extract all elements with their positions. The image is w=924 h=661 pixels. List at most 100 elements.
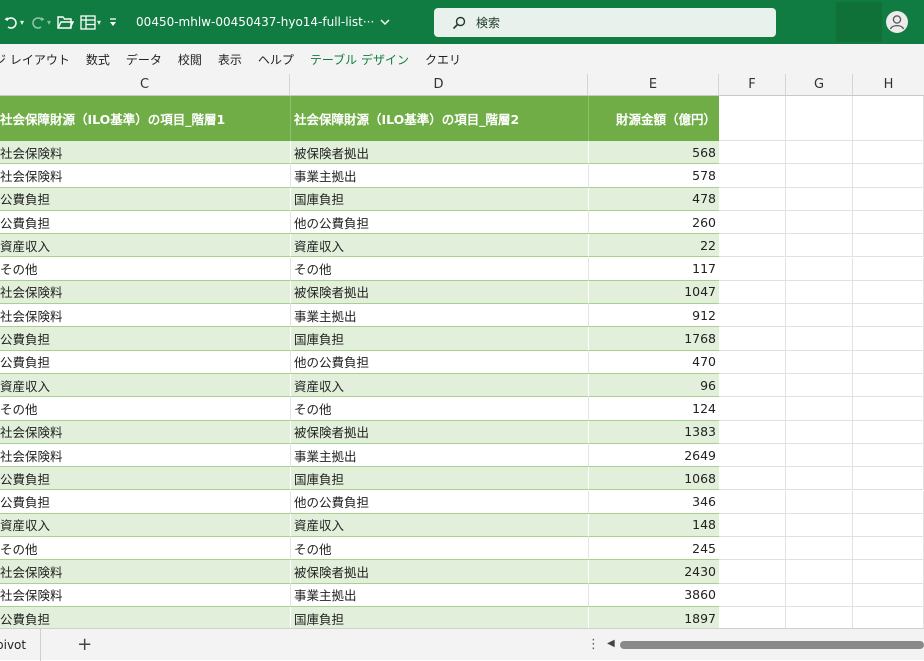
table-cell-e[interactable]: 1897 [588,607,719,628]
tab-page-layout[interactable]: ジ レイアウト [0,44,78,74]
grid-cell[interactable] [719,560,786,584]
table-cell-c[interactable]: 公費負担 [0,607,290,628]
grid-cell[interactable] [786,420,853,444]
grid-cell[interactable] [719,96,786,141]
table-cell-d[interactable]: 他の公費負担 [290,350,588,374]
table-cell-c[interactable]: 社会保険料 [0,304,290,328]
grid-cell[interactable] [786,537,853,561]
table-cell-c[interactable]: その他 [0,537,290,561]
table-cell-d[interactable]: 事業主拠出 [290,304,588,328]
table-cell-e[interactable]: 124 [588,397,719,421]
table-cell-c[interactable]: 社会保険料 [0,164,290,188]
grid-cell[interactable] [719,443,786,468]
table-cell-d[interactable]: 事業主拠出 [290,443,588,468]
grid-cell[interactable] [719,257,786,281]
grid-cell[interactable] [853,490,924,514]
table-cell-c[interactable]: 社会保険料 [0,420,290,444]
column-header-h[interactable]: H [853,74,924,96]
grid-cell[interactable] [853,467,924,491]
more-options-icon[interactable]: ⋮ [587,637,600,652]
grid-cell[interactable] [719,490,786,514]
tab-table-design[interactable]: テーブル デザイン [302,44,417,74]
scroll-left-icon[interactable]: ◀ [607,638,615,649]
grid-cell[interactable] [786,374,853,398]
grid-cell[interactable] [719,350,786,374]
table-cell-e[interactable]: 912 [588,304,719,328]
table-cell-d[interactable]: 資産収入 [290,513,588,538]
table-cell-e[interactable]: 578 [588,164,719,188]
table-layout-button[interactable]: ▾ [77,8,104,36]
grid-cell[interactable] [719,583,786,607]
grid-cell[interactable] [786,560,853,584]
table-cell-e[interactable]: 478 [588,187,719,211]
grid-cell[interactable] [719,304,786,328]
table-cell-c[interactable]: 社会保険料 [0,280,290,305]
table-cell-d[interactable]: 資産収入 [290,374,588,398]
column-header-c[interactable]: C [0,74,290,96]
table-cell-c[interactable]: 公費負担 [0,350,290,374]
column-header-g[interactable]: G [786,74,853,96]
table-cell-d[interactable]: その他 [290,257,588,281]
table-cell-d[interactable]: 他の公費負担 [290,490,588,514]
grid-cell[interactable] [719,513,786,538]
tab-query[interactable]: クエリ [417,44,469,74]
tab-view[interactable]: 表示 [210,44,250,74]
avatar[interactable] [886,11,908,33]
grid-cell[interactable] [853,560,924,584]
grid-cell[interactable] [719,187,786,211]
table-cell-e[interactable]: 2649 [588,443,719,468]
table-header-cell[interactable]: 社会保障財源（ILO基準）の項目_階層2 [290,96,588,141]
table-cell-c[interactable]: その他 [0,257,290,281]
table-cell-e[interactable]: 568 [588,141,719,165]
grid-cell[interactable] [853,257,924,281]
table-cell-d[interactable]: 国庫負担 [290,467,588,491]
table-header-cell[interactable]: 社会保障財源（ILO基準）の項目_階層1 [0,96,290,141]
table-cell-c[interactable]: 資産収入 [0,374,290,398]
table-header-cell[interactable]: 財源金額（億円） [588,96,719,141]
grid-cell[interactable] [853,210,924,235]
grid-cell[interactable] [853,607,924,628]
open-button[interactable] [54,8,77,36]
table-cell-c[interactable]: 公費負担 [0,467,290,491]
grid-cell[interactable] [853,420,924,444]
table-cell-d[interactable]: その他 [290,397,588,421]
table-cell-d[interactable]: 資産収入 [290,234,588,258]
redo-button[interactable]: ▾ [27,8,54,36]
grid-cell[interactable] [786,164,853,188]
grid-cell[interactable] [786,607,853,628]
table-cell-d[interactable]: 被保険者拠出 [290,560,588,584]
grid-cell[interactable] [719,280,786,305]
grid-cell[interactable] [719,164,786,188]
grid-cell[interactable] [853,96,924,141]
table-cell-c[interactable]: 公費負担 [0,187,290,211]
table-cell-e[interactable]: 2430 [588,560,719,584]
grid-cell[interactable] [853,141,924,165]
grid-cell[interactable] [719,210,786,235]
table-cell-e[interactable]: 260 [588,210,719,235]
table-cell-c[interactable]: その他 [0,397,290,421]
sheet-tab-pivot[interactable]: pivot [0,628,42,661]
grid-cell[interactable] [719,537,786,561]
table-cell-e[interactable]: 470 [588,350,719,374]
grid-cell[interactable] [786,490,853,514]
table-cell-e[interactable]: 22 [588,234,719,258]
grid-cell[interactable] [786,350,853,374]
table-cell-c[interactable]: 社会保険料 [0,443,290,468]
grid-cell[interactable] [786,513,853,538]
grid-cell[interactable] [786,187,853,211]
grid-cell[interactable] [853,304,924,328]
grid-cell[interactable] [786,280,853,305]
grid-cell[interactable] [719,234,786,258]
grid-cell[interactable] [719,327,786,351]
table-cell-d[interactable]: 国庫負担 [290,607,588,628]
grid-cell[interactable] [786,141,853,165]
table-cell-d[interactable]: その他 [290,537,588,561]
table-cell-e[interactable]: 346 [588,490,719,514]
horizontal-scrollbar[interactable] [620,641,924,649]
grid-cell[interactable] [786,583,853,607]
tab-review[interactable]: 校閲 [170,44,210,74]
table-cell-d[interactable]: 国庫負担 [290,327,588,351]
column-header-d[interactable]: D [290,74,588,96]
table-cell-e[interactable]: 148 [588,513,719,538]
grid-cell[interactable] [786,304,853,328]
